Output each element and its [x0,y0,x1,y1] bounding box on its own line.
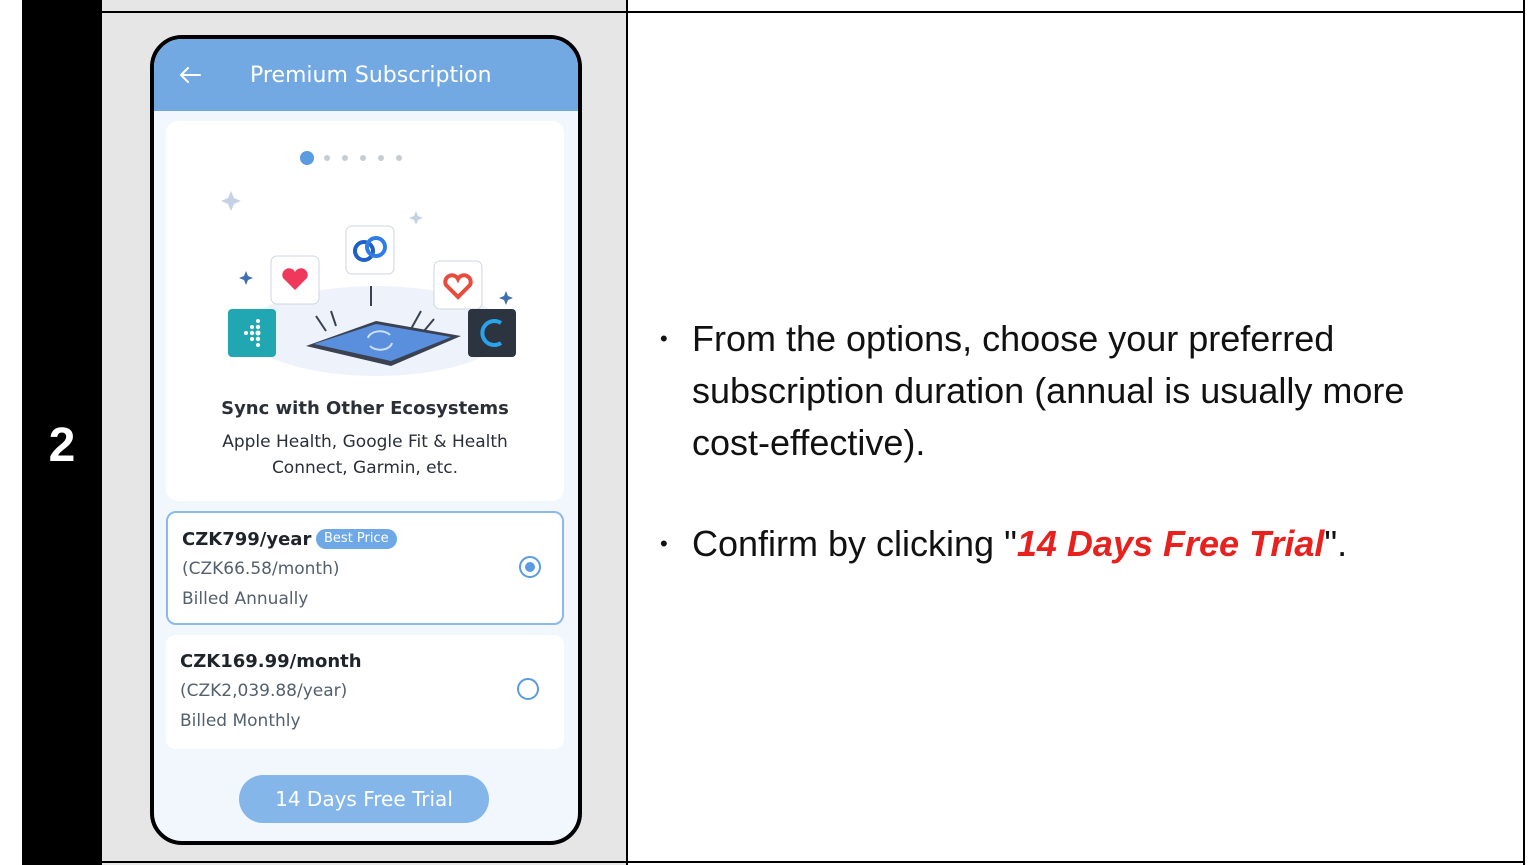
carousel-dot[interactable] [360,155,366,161]
sync-ecosystems-illustration [221,191,516,376]
app-bar: Premium Subscription [154,39,578,111]
column-divider [626,0,628,865]
best-price-badge: Best Price [316,529,397,549]
plan-billing: Billed Monthly [180,711,301,731]
plan-billing: Billed Annually [182,589,309,609]
page-title: Premium Subscription [250,63,492,88]
plan-price: CZK169.99/month [180,651,362,672]
fitbit-icon [228,309,276,357]
bullet-dot: • [660,326,668,351]
google-fit-icon [433,260,483,310]
plan-option-monthly[interactable]: CZK169.99/month (CZK2,039.88/year) Bille… [166,635,564,749]
bullet-dot: • [660,531,668,556]
plan-yearly-equivalent: (CZK2,039.88/year) [180,681,348,701]
table-top-border [102,11,1525,13]
apple-health-icon [270,255,320,305]
feature-title: Sync with Other Ecosystems [221,398,509,419]
instruction-2-highlight: 14 Days Free Trial [1016,523,1325,564]
table-bottom-border [102,861,1525,863]
arrow-left-icon[interactable] [176,61,204,89]
instruction-1: From the options, choose your preferred … [692,318,1405,463]
plan-monthly-equivalent: (CZK66.58/month) [182,559,340,579]
carousel-dot[interactable] [300,151,314,165]
carousel-dot[interactable] [342,155,348,161]
plan-radio-annual[interactable] [519,556,541,578]
free-trial-button[interactable]: 14 Days Free Trial [239,775,489,823]
instruction-2-prefix: Confirm by clicking " [692,523,1017,564]
carousel-dot[interactable] [396,155,402,161]
step-number: 2 [48,419,76,472]
plan-radio-monthly[interactable] [517,678,539,700]
plan-option-annual[interactable]: CZK799/year Best Price (CZK66.58/month) … [166,511,564,625]
plan-price: CZK799/year [182,529,312,550]
garmin-icon [468,309,516,357]
feature-card: Sync with Other Ecosystems Apple Health,… [166,121,564,501]
table-right-border [1523,0,1525,865]
feature-description: Apple Health, Google Fit & Health Connec… [222,432,508,478]
health-connect-icon [345,225,395,275]
carousel-dot[interactable] [378,155,384,161]
instruction-2: Confirm by clicking "14 Days Free Trial"… [692,518,1492,570]
phone-screen: Premium Subscription Sync with Other Eco… [150,35,582,845]
carousel-dot[interactable] [324,155,330,161]
instruction-2-suffix: ". [1324,523,1348,564]
